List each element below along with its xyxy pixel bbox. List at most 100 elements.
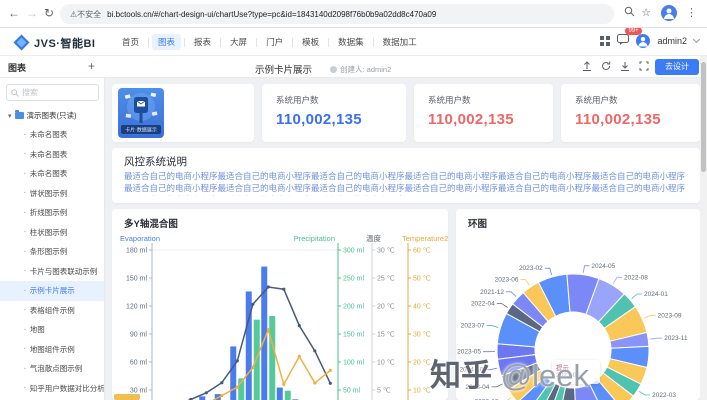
svg-text:120 ml: 120 ml bbox=[126, 304, 147, 311]
tree-item-1[interactable]: ▪未命名图表 bbox=[0, 125, 105, 145]
forward-icon[interactable]: → bbox=[26, 6, 38, 20]
chart-leaf-icon: ▪ bbox=[24, 229, 26, 235]
apps-grid-icon[interactable] bbox=[600, 36, 610, 46]
chart-tree: ▾ 演示图表(只读) ▪未命名图表▪未命名图表▪未命名图表▪饼状图示例▪折线图示… bbox=[0, 106, 105, 400]
user-name[interactable]: admin2 bbox=[657, 36, 687, 46]
fullscreen-icon[interactable] bbox=[639, 61, 649, 71]
nav-item-3[interactable]: 报表 bbox=[188, 34, 217, 50]
chart-leaf-icon: ▪ bbox=[24, 288, 26, 294]
warning-icon: ⚠ bbox=[70, 10, 77, 19]
svg-text:温度: 温度 bbox=[366, 233, 381, 243]
donut-label: 2022-08 bbox=[624, 274, 648, 281]
chart-leaf-icon: ▪ bbox=[24, 307, 26, 313]
brand-title: JVS·智能BI bbox=[34, 35, 95, 51]
scrollbar-thumb[interactable] bbox=[701, 62, 706, 172]
tree-item-6[interactable]: ▪柱状图示例 bbox=[0, 223, 105, 243]
svg-text:30 ℃: 30 ℃ bbox=[413, 332, 431, 339]
nav-item-2[interactable]: 图表 bbox=[152, 34, 181, 50]
design-button[interactable]: 去设计 bbox=[655, 59, 699, 75]
download-icon[interactable] bbox=[620, 61, 630, 71]
message-icon[interactable]: 99+ bbox=[617, 32, 629, 50]
search-box[interactable] bbox=[6, 84, 99, 101]
nav-item-8[interactable]: 数据加工 bbox=[377, 34, 423, 50]
browser-menu-icon[interactable]: ⋮ bbox=[686, 6, 697, 19]
refresh-icon[interactable] bbox=[601, 61, 611, 71]
chart-leaf-icon: ▪ bbox=[24, 385, 26, 391]
bookmark-star-icon[interactable]: ☆ bbox=[641, 6, 651, 19]
tree-item-11[interactable]: ▪地图 bbox=[0, 320, 105, 340]
mailbox-illustration: 卡片·数据展示 bbox=[118, 88, 164, 138]
back-icon[interactable]: ← bbox=[8, 6, 20, 20]
svg-text:40 ℃: 40 ℃ bbox=[413, 304, 431, 311]
tree-item-12[interactable]: ▪地图组件示例 bbox=[0, 340, 105, 360]
stat-card-1[interactable]: 卡片·数据展示 1436 系统用户数 bbox=[112, 84, 254, 142]
url-text: bi.bctools.cn/#/chart-design-ui/chartUse… bbox=[107, 10, 436, 19]
stat-label: 系统用户数 bbox=[575, 94, 686, 106]
tree-folder[interactable]: ▾ 演示图表(只读) bbox=[0, 106, 105, 125]
stat-card-4[interactable]: 系统用户数 110,002,135 bbox=[561, 84, 700, 142]
multi-axis-chart-card: 多Y轴混合图 Evaporation180 ml150 ml120 ml90 m… bbox=[112, 209, 448, 400]
chart-leaf-icon: ▪ bbox=[24, 171, 26, 177]
multi-axis-chart[interactable]: Evaporation180 ml150 ml120 ml90 ml60 ml3… bbox=[112, 230, 448, 400]
svg-text:300 ml: 300 ml bbox=[343, 248, 364, 255]
nav-item-1[interactable]: 首页 bbox=[116, 34, 145, 50]
creator-avatar bbox=[330, 66, 337, 73]
tree-item-4[interactable]: ▪饼状图示例 bbox=[0, 184, 105, 204]
caret-down-icon[interactable]: ▾ bbox=[8, 112, 12, 120]
message-badge: 99+ bbox=[625, 27, 641, 35]
tree-item-8[interactable]: ▪卡片与图表联动示例 bbox=[0, 262, 105, 282]
chevron-down-icon[interactable] bbox=[693, 36, 700, 43]
illustration-caption: 卡片·数据展示 bbox=[125, 127, 157, 134]
svg-text:150 ml: 150 ml bbox=[343, 332, 364, 339]
tree-item-14[interactable]: ▪知乎用户数据对比分析 bbox=[0, 379, 105, 399]
tree-item-7[interactable]: ▪条形图示例 bbox=[0, 242, 105, 262]
add-chart-button[interactable]: + bbox=[88, 59, 95, 73]
nav-item-4[interactable]: 大屏 bbox=[224, 34, 253, 50]
donut-label: 2023-09 bbox=[658, 312, 682, 319]
tree-item-10[interactable]: ▪表格组件示例 bbox=[0, 301, 105, 321]
tree-item-13[interactable]: ▪气泡散点图示例 bbox=[0, 359, 105, 379]
svg-text:60 ℃: 60 ℃ bbox=[413, 248, 431, 255]
tree-item-2[interactable]: ▪未命名图表 bbox=[0, 145, 105, 165]
screen: ← → ↻ ⚠ 不安全 bi.bctools.cn/#/chart-design… bbox=[0, 0, 707, 400]
address-bar[interactable]: ⚠ 不安全 bi.bctools.cn/#/chart-design-ui/ch… bbox=[60, 4, 614, 24]
multi-axis-chart-title: 多Y轴混合图 bbox=[124, 216, 178, 230]
chart-leaf-icon: ▪ bbox=[24, 249, 26, 255]
stat-card-3[interactable]: 系统用户数 110,002,135 bbox=[414, 84, 553, 142]
upload-icon[interactable] bbox=[582, 61, 592, 71]
panel-title: 图表 bbox=[8, 61, 26, 74]
nav-item-5[interactable]: 门户 bbox=[260, 34, 289, 50]
nav-divider bbox=[220, 38, 221, 47]
page-scrollbar[interactable] bbox=[700, 56, 707, 400]
browser-profile-avatar[interactable] bbox=[661, 5, 677, 21]
search-input[interactable] bbox=[22, 88, 92, 97]
donut-label: 2023-06 bbox=[495, 277, 519, 284]
donut-label: 2021-12 bbox=[480, 289, 504, 296]
stat-value: 110,002,135 bbox=[276, 111, 392, 128]
nav-item-7[interactable]: 数据集 bbox=[332, 34, 370, 50]
toolbar: 图表 + 示例卡片展示 创建人: admin2 去设计 bbox=[0, 56, 707, 78]
tree-item-5[interactable]: ▪折线图示例 bbox=[0, 203, 105, 223]
reload-icon[interactable]: ↻ bbox=[44, 6, 54, 20]
chart-leaf-icon: ▪ bbox=[24, 210, 26, 216]
doc-title: 示例卡片展示 bbox=[255, 62, 312, 76]
nav-divider bbox=[148, 38, 149, 47]
tree-item-9[interactable]: ▪示例卡片展示 bbox=[0, 281, 105, 301]
stat-label: 系统用户数 bbox=[242, 116, 254, 128]
svg-text:90 ml: 90 ml bbox=[130, 332, 148, 339]
nav-divider bbox=[328, 38, 329, 47]
zoom-icon[interactable] bbox=[624, 6, 635, 20]
header-right: 99+ admin2 bbox=[600, 32, 699, 50]
svg-text:10 ℃: 10 ℃ bbox=[377, 360, 395, 367]
donut-label: 2024-05 bbox=[591, 263, 615, 270]
svg-text:30 ℃: 30 ℃ bbox=[377, 248, 395, 255]
svg-text:20 ℃: 20 ℃ bbox=[413, 360, 431, 367]
stat-value: 110,002,135 bbox=[428, 111, 539, 128]
tree-item-3[interactable]: ▪未命名图表 bbox=[0, 164, 105, 184]
svg-text:200 ml: 200 ml bbox=[343, 304, 364, 311]
nav-item-6[interactable]: 模板 bbox=[296, 34, 325, 50]
stat-card-2[interactable]: 系统用户数 110,002,135 bbox=[262, 84, 406, 142]
brand-logo-icon bbox=[13, 34, 30, 51]
svg-text:Temperature2: Temperature2 bbox=[402, 234, 448, 243]
user-avatar[interactable] bbox=[636, 34, 650, 48]
